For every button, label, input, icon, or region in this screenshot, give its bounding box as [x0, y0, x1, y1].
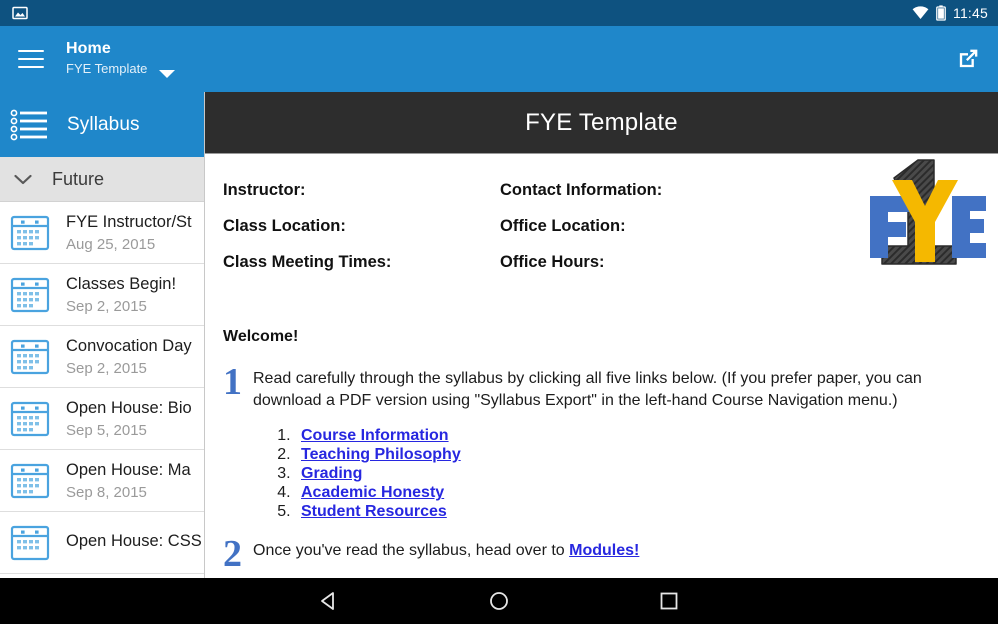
- list-item[interactable]: Open House: Bio Sep 5, 2015: [0, 388, 204, 450]
- syllabus-sidebar[interactable]: Syllabus Future FYE Instructor/St Aug 25…: [0, 92, 205, 578]
- page-title: Home: [66, 39, 111, 57]
- field-label-contact-information: Contact Information:: [500, 181, 663, 199]
- event-date: Sep 5, 2015: [66, 421, 147, 439]
- link-course-information[interactable]: Course Information: [301, 427, 449, 444]
- image-notification-icon: [12, 6, 28, 20]
- course-subtitle: FYE Template: [66, 60, 148, 76]
- event-date: Aug 25, 2015: [66, 235, 156, 253]
- link-academic-honesty[interactable]: Academic Honesty: [301, 484, 444, 501]
- list-item[interactable]: FYE Instructor/St Aug 25, 2015: [0, 202, 204, 264]
- back-triangle-icon: [321, 592, 334, 610]
- chevron-down-icon: [14, 174, 32, 184]
- nav-home-button[interactable]: [414, 590, 584, 612]
- step-one: 1 Read carefully through the syllabus by…: [223, 361, 980, 411]
- instructor-info-grid: Instructor: Contact Information: Class L…: [223, 181, 843, 272]
- list-item[interactable]: Open House: Ma Sep 8, 2015: [0, 450, 204, 512]
- open-external-icon[interactable]: [954, 45, 982, 73]
- syllabus-links-list: Course Information Teaching Philosophy G…: [295, 427, 980, 521]
- list-item-text: Open House: CSS: [66, 531, 202, 555]
- bulleted-list-icon: [10, 109, 47, 140]
- content-title: FYE Template: [525, 108, 678, 136]
- nav-recents-button[interactable]: [584, 590, 754, 612]
- event-title: Convocation Day: [66, 337, 192, 356]
- sidebar-item-label: Syllabus: [67, 113, 140, 135]
- event-title: FYE Instructor/St: [66, 213, 192, 232]
- list-item-text: Convocation Day Sep 2, 2015: [66, 336, 192, 377]
- event-title: Classes Begin!: [66, 275, 177, 294]
- recents-square-icon: [660, 592, 678, 610]
- event-title: Open House: Bio: [66, 399, 192, 418]
- list-item: Student Resources: [295, 503, 980, 521]
- caret-down-icon[interactable]: [159, 69, 176, 78]
- link-student-resources[interactable]: Student Resources: [301, 503, 447, 520]
- list-item-text: Classes Begin! Sep 2, 2015: [66, 274, 176, 315]
- android-tablet-screen: 11:45 Home FYE Template Syllabus Future …: [0, 0, 998, 624]
- logo-letter-e: [952, 196, 986, 258]
- calendar-icon: [10, 277, 50, 312]
- field-label-class-location: Class Location:: [223, 217, 346, 235]
- syllabus-content-pane: FYE Template Instructor: Contact Informa…: [205, 92, 998, 578]
- event-date: Sep 2, 2015: [66, 359, 147, 377]
- status-bar-system-icons: 11:45: [912, 5, 988, 22]
- hamburger-menu-icon[interactable]: [18, 49, 44, 69]
- wifi-icon: [912, 6, 929, 19]
- status-bar: 11:45: [0, 0, 998, 26]
- sidebar-item-syllabus[interactable]: Syllabus: [0, 92, 204, 157]
- app-bar: Home FYE Template: [0, 26, 998, 92]
- calendar-icon: [10, 339, 50, 374]
- step-two: 2 Once you've read the syllabus, head ov…: [223, 533, 980, 576]
- sidebar-group-future[interactable]: Future: [0, 157, 204, 202]
- list-item: Course Information: [295, 427, 980, 445]
- battery-icon: [936, 5, 946, 21]
- event-date: Sep 8, 2015: [66, 483, 147, 501]
- step-two-text: Once you've read the syllabus, head over…: [253, 540, 639, 570]
- link-modules[interactable]: Modules!: [569, 542, 639, 559]
- content-banner: FYE Template: [205, 92, 998, 154]
- sidebar-group-label: Future: [52, 168, 105, 189]
- field-label-office-hours: Office Hours:: [500, 253, 605, 271]
- status-bar-clock: 11:45: [953, 4, 988, 21]
- home-circle-icon: [490, 592, 508, 610]
- calendar-icon: [10, 401, 50, 436]
- field-label-office-location: Office Location:: [500, 217, 626, 235]
- list-item: Academic Honesty: [295, 484, 980, 502]
- list-item-text: FYE Instructor/St Aug 25, 2015: [66, 212, 192, 253]
- step-one-text: Read carefully through the syllabus by c…: [253, 370, 922, 409]
- list-item-text: Open House: Ma Sep 8, 2015: [66, 460, 191, 501]
- status-bar-notifications: [12, 5, 28, 21]
- step-two-prefix: Once you've read the syllabus, head over…: [253, 542, 570, 560]
- android-navigation-bar: [0, 578, 998, 624]
- fye-logo: [870, 159, 986, 265]
- list-item-text: Open House: Bio Sep 5, 2015: [66, 398, 192, 439]
- app-bar-titles[interactable]: Home FYE Template: [66, 39, 176, 78]
- event-date: Sep 2, 2015: [66, 297, 147, 315]
- field-label-instructor: Instructor:: [223, 181, 306, 199]
- syllabus-document: Instructor: Contact Information: Class L…: [205, 154, 998, 576]
- calendar-icon: [10, 215, 50, 250]
- list-item: Grading: [295, 465, 980, 483]
- step-one-number: 1: [223, 361, 242, 403]
- event-title: Open House: CSS: [66, 531, 202, 550]
- list-item[interactable]: Convocation Day Sep 2, 2015: [0, 326, 204, 388]
- step-two-number: 2: [223, 533, 242, 576]
- calendar-icon: [10, 525, 50, 560]
- list-item[interactable]: Open House: CSS: [0, 512, 204, 574]
- field-label-class-meeting-times: Class Meeting Times:: [223, 253, 392, 271]
- list-item: Teaching Philosophy: [295, 446, 980, 464]
- event-title: Open House: Ma: [66, 461, 191, 480]
- welcome-heading: Welcome!: [223, 328, 299, 345]
- list-item[interactable]: Classes Begin! Sep 2, 2015: [0, 264, 204, 326]
- calendar-icon: [10, 463, 50, 498]
- link-grading[interactable]: Grading: [301, 465, 362, 482]
- nav-back-button[interactable]: [244, 590, 414, 612]
- link-teaching-philosophy[interactable]: Teaching Philosophy: [301, 446, 461, 463]
